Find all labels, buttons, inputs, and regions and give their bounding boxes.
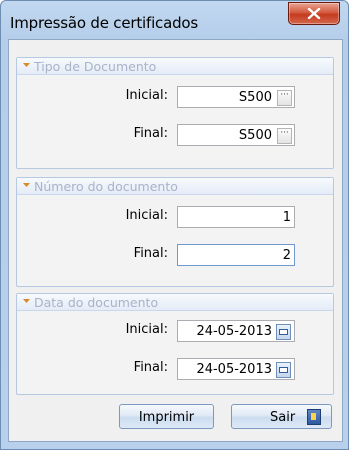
group-numero-documento: Número do documento Inicial: 1 Final: 2 xyxy=(16,177,334,287)
field-value: 24-05-2013 xyxy=(196,362,272,377)
chevron-icon xyxy=(23,63,30,67)
group-header[interactable]: Número do documento xyxy=(17,178,333,195)
group-header[interactable]: Data do documento xyxy=(17,294,333,311)
close-button[interactable] xyxy=(288,2,340,25)
tipo-final-field[interactable]: S500 ··· xyxy=(177,124,295,146)
title-bar[interactable]: Impressão de certificados xyxy=(1,1,348,39)
numero-inicial-field[interactable]: 1 xyxy=(177,206,295,228)
group-title: Data do documento xyxy=(34,295,159,310)
inicial-label: Inicial: xyxy=(125,208,168,223)
print-button[interactable]: Imprimir xyxy=(119,404,214,429)
field-value: 1 xyxy=(282,210,291,225)
numero-final-field[interactable]: 2 xyxy=(177,244,295,266)
exit-button-label: Sair xyxy=(270,410,296,425)
data-inicial-field[interactable]: 24-05-2013 xyxy=(177,320,295,342)
group-title: Número do documento xyxy=(34,179,178,194)
exit-button[interactable]: Sair xyxy=(231,404,332,429)
data-final-field[interactable]: 24-05-2013 xyxy=(177,358,295,380)
chevron-icon xyxy=(23,299,30,303)
group-tipo-documento: Tipo de Documento Inicial: S500 ··· Fina… xyxy=(16,57,334,169)
field-value: S500 xyxy=(238,128,272,143)
field-value: S500 xyxy=(238,90,272,105)
calendar-icon[interactable] xyxy=(276,362,291,378)
field-value: 2 xyxy=(282,248,291,263)
dialog-body: Tipo de Documento Inicial: S500 ··· Fina… xyxy=(8,39,343,442)
inicial-label: Inicial: xyxy=(125,88,168,103)
window-title: Impressão de certificados xyxy=(10,14,199,32)
final-label: Final: xyxy=(133,360,168,375)
close-icon xyxy=(307,8,321,19)
field-value: 24-05-2013 xyxy=(196,324,272,339)
group-header[interactable]: Tipo de Documento xyxy=(17,58,333,75)
group-title: Tipo de Documento xyxy=(34,59,157,74)
dialog-window: Impressão de certificados Tipo de Docume… xyxy=(0,0,349,450)
tipo-inicial-field[interactable]: S500 ··· xyxy=(177,86,295,108)
print-button-label: Imprimir xyxy=(138,410,195,425)
group-data-documento: Data do documento Inicial: 24-05-2013 Fi… xyxy=(16,293,334,395)
final-label: Final: xyxy=(133,246,168,261)
ellipsis-icon[interactable]: ··· xyxy=(277,90,292,106)
ellipsis-icon[interactable]: ··· xyxy=(277,128,292,144)
calendar-icon[interactable] xyxy=(276,324,291,340)
final-label: Final: xyxy=(133,126,168,141)
inicial-label: Inicial: xyxy=(125,322,168,337)
chevron-icon xyxy=(23,183,30,187)
exit-door-icon xyxy=(307,409,321,425)
